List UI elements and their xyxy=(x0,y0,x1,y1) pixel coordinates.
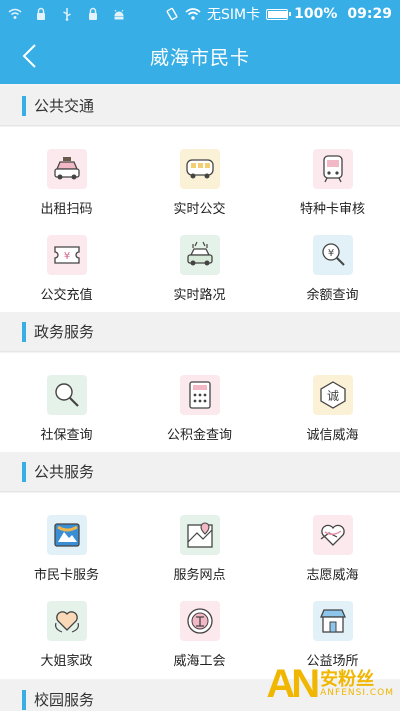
taxi-icon xyxy=(46,149,87,189)
carrier-text: 无SIM卡 xyxy=(207,7,261,23)
watermark-logo: AN xyxy=(266,662,320,706)
service-label: 志愿威海 xyxy=(306,568,359,583)
service-service-outlets[interactable]: 服务网点 xyxy=(133,507,266,587)
service-label: 市民卡服务 xyxy=(33,568,99,583)
page-title: 威海市民卡 xyxy=(149,46,250,69)
union-emblem-icon xyxy=(179,601,220,641)
battery-level xyxy=(268,10,289,18)
status-bar: 无SIM卡 100% 09:29 xyxy=(0,0,400,28)
watermark-text: 安粉丝 xyxy=(320,668,375,690)
app-header: 威海市民卡 xyxy=(0,28,400,84)
service-housing-fund-query[interactable]: 公积金查询 xyxy=(133,367,266,447)
bus-icon xyxy=(179,149,220,189)
calculator-icon xyxy=(179,375,220,415)
map-pin-icon xyxy=(179,515,220,555)
chevron-left-icon xyxy=(22,44,36,68)
store-icon xyxy=(312,601,353,641)
section-title: 政务服务 xyxy=(34,323,95,341)
service-credit-weihai[interactable]: 诚 诚信威海 xyxy=(266,367,399,447)
section-title: 公共服务 xyxy=(34,463,95,481)
public-services-grid: 市民卡服务 服务网点 志愿威海 大姐家政 威海工会 公益场所 xyxy=(0,493,400,679)
service-label: 特种卡审核 xyxy=(299,202,365,217)
service-label: 余额查询 xyxy=(306,288,359,303)
section-header-government-services: 政务服务 xyxy=(0,312,400,352)
train-icon xyxy=(312,149,353,189)
service-weihai-union[interactable]: 威海工会 xyxy=(133,593,266,673)
back-button[interactable] xyxy=(14,40,46,72)
section-header-public-services: 公共服务 xyxy=(0,452,400,492)
integrity-icon: 诚 xyxy=(312,375,353,415)
section-title: 公共交通 xyxy=(34,97,95,115)
service-volunteer-weihai[interactable]: 志愿威海 xyxy=(266,507,399,587)
integrity-icon-glyph: 诚 xyxy=(326,389,338,403)
service-social-security-query[interactable]: 社保查询 xyxy=(0,367,133,447)
government-services-grid: 社保查询 公积金查询 诚 诚信威海 xyxy=(0,353,400,453)
service-realtime-bus[interactable]: 实时公交 xyxy=(133,141,266,221)
section-header-public-transport: 公共交通 xyxy=(0,86,400,126)
battery-icon xyxy=(266,8,292,20)
service-special-card-review[interactable]: 特种卡审核 xyxy=(266,141,399,221)
service-label: 社保查询 xyxy=(40,428,93,443)
section-accent-bar xyxy=(22,689,26,710)
wifi-icon xyxy=(185,8,201,20)
service-label: 实时路况 xyxy=(173,288,226,303)
wifi-small-icon xyxy=(8,8,22,19)
section-accent-bar xyxy=(22,95,26,116)
watermark-url: ANFENSI.COM xyxy=(320,688,394,699)
coin-search-icon: ¥ xyxy=(312,235,353,275)
section-title: 校园服务 xyxy=(34,691,95,709)
battery-percent: 100% xyxy=(294,6,338,22)
section-accent-bar xyxy=(22,321,26,342)
status-system: 无SIM卡 100% 09:29 xyxy=(165,4,392,24)
service-bus-recharge[interactable]: ¥ 公交充值 xyxy=(0,227,133,307)
service-label: 实时公交 xyxy=(173,202,226,217)
service-label: 大姐家政 xyxy=(40,654,93,669)
android-icon xyxy=(114,9,124,20)
svg-text:¥: ¥ xyxy=(327,248,333,259)
service-label: 公交充值 xyxy=(40,288,93,303)
service-label: 服务网点 xyxy=(173,568,226,583)
status-notifications xyxy=(8,7,165,21)
usb-icon xyxy=(63,8,71,21)
service-taxi-scan[interactable]: 出租扫码 xyxy=(0,141,133,221)
svg-text:¥: ¥ xyxy=(63,251,69,262)
section-accent-bar xyxy=(22,461,26,482)
car-icon xyxy=(179,235,220,275)
service-public-welfare-places[interactable]: 公益场所 xyxy=(266,593,399,673)
clock: 09:29 xyxy=(347,6,392,22)
service-label: 公积金查询 xyxy=(166,428,232,443)
lock-icon xyxy=(89,7,97,20)
service-balance-query[interactable]: ¥ 余额查询 xyxy=(266,227,399,307)
citizen-card-icon xyxy=(46,515,87,555)
lock-icon xyxy=(37,7,45,20)
heart-hand-icon xyxy=(312,515,353,555)
service-label: 威海工会 xyxy=(173,654,226,669)
service-label: 出租扫码 xyxy=(40,202,93,217)
service-label: 诚信威海 xyxy=(306,428,359,443)
service-citizen-card[interactable]: 市民卡服务 xyxy=(0,507,133,587)
vibrate-icon xyxy=(166,7,178,21)
service-realtime-traffic[interactable]: 实时路况 xyxy=(133,227,266,307)
ticket-icon: ¥ xyxy=(46,235,87,275)
magnifier-icon xyxy=(46,375,87,415)
watermark: AN 安粉丝 ANFENSI.COM xyxy=(266,662,394,707)
service-domestic-help[interactable]: 大姐家政 xyxy=(0,593,133,673)
public-transport-grid: 出租扫码 实时公交 特种卡审核 ¥ 公交充值 实时路况 ¥ 余额查询 xyxy=(0,127,400,313)
heart-icon xyxy=(46,601,87,641)
